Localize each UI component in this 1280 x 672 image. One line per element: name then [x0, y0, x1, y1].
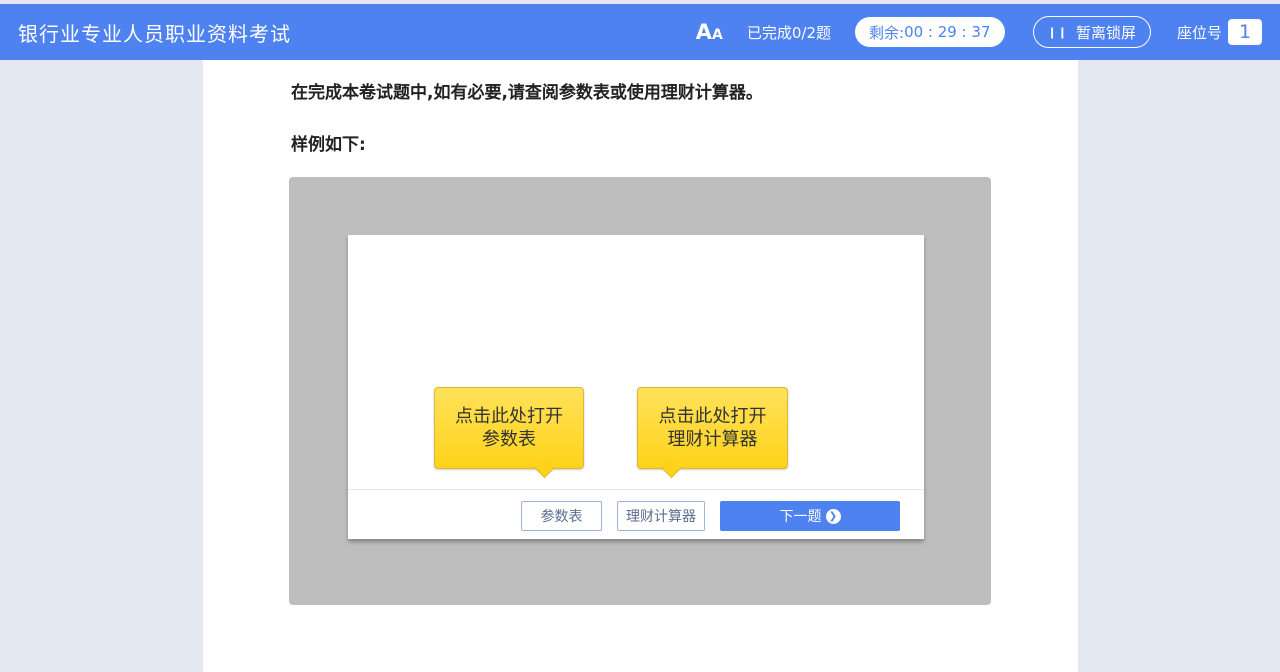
top-bar: 银行业专业人员职业资料考试 AA 已完成0/2题 剩余: 00 : 29 : 3…	[0, 4, 1280, 60]
example-label: 样例如下:	[291, 135, 366, 155]
callout-calculator-line2: 理财计算器	[667, 429, 758, 450]
timer-label: 剩余:	[869, 23, 905, 42]
remaining-timer: 剩余: 00 : 29 : 37	[855, 17, 1005, 47]
lock-screen-button[interactable]: ❙❙ 暂离锁屏	[1032, 16, 1151, 48]
callout-params-line2: 参数表	[482, 429, 536, 450]
font-size-icon-small: A	[712, 27, 723, 43]
seat-info: 座位号 1	[1177, 19, 1262, 45]
seat-label: 座位号	[1176, 23, 1222, 42]
chevron-right-icon: ❯	[825, 508, 841, 524]
example-next-label: 下一题	[779, 509, 822, 525]
example-params-button: 参数表	[521, 501, 602, 531]
example-next-button: 下一题 ❯	[720, 501, 900, 531]
pause-icon: ❙❙	[1047, 25, 1068, 39]
lock-screen-label: 暂离锁屏	[1075, 23, 1136, 42]
callout-params: 点击此处打开 参数表	[434, 387, 584, 479]
callout-tail	[533, 456, 556, 479]
callout-calculator-line1: 点击此处打开	[658, 406, 767, 427]
font-size-icon-big: A	[695, 20, 713, 44]
exam-title: 银行业专业人员职业资料考试	[18, 21, 291, 46]
completion-progress: 已完成0/2题	[746, 23, 832, 42]
callout-calculator: 点击此处打开 理财计算器	[637, 387, 788, 479]
example-divider	[348, 489, 924, 490]
timer-value: 00 : 29 : 37	[904, 23, 991, 41]
example-image: 点击此处打开 参数表 点击此处打开 理财计算器 参数表 理财计算器 下一题 ❯	[289, 177, 991, 605]
instruction-text: 在完成本卷试题中,如有必要,请查阅参数表或使用理财计算器。	[291, 83, 763, 103]
callout-params-line1: 点击此处打开	[455, 406, 563, 427]
seat-number: 1	[1228, 19, 1262, 45]
example-mock-window: 点击此处打开 参数表 点击此处打开 理财计算器 参数表 理财计算器 下一题 ❯	[348, 235, 924, 539]
example-calculator-button: 理财计算器	[617, 501, 705, 531]
question-paper: 在完成本卷试题中,如有必要,请查阅参数表或使用理财计算器。 样例如下: 点击此处…	[203, 60, 1078, 672]
font-size-button[interactable]: AA	[696, 20, 723, 44]
callout-tail	[660, 456, 683, 479]
